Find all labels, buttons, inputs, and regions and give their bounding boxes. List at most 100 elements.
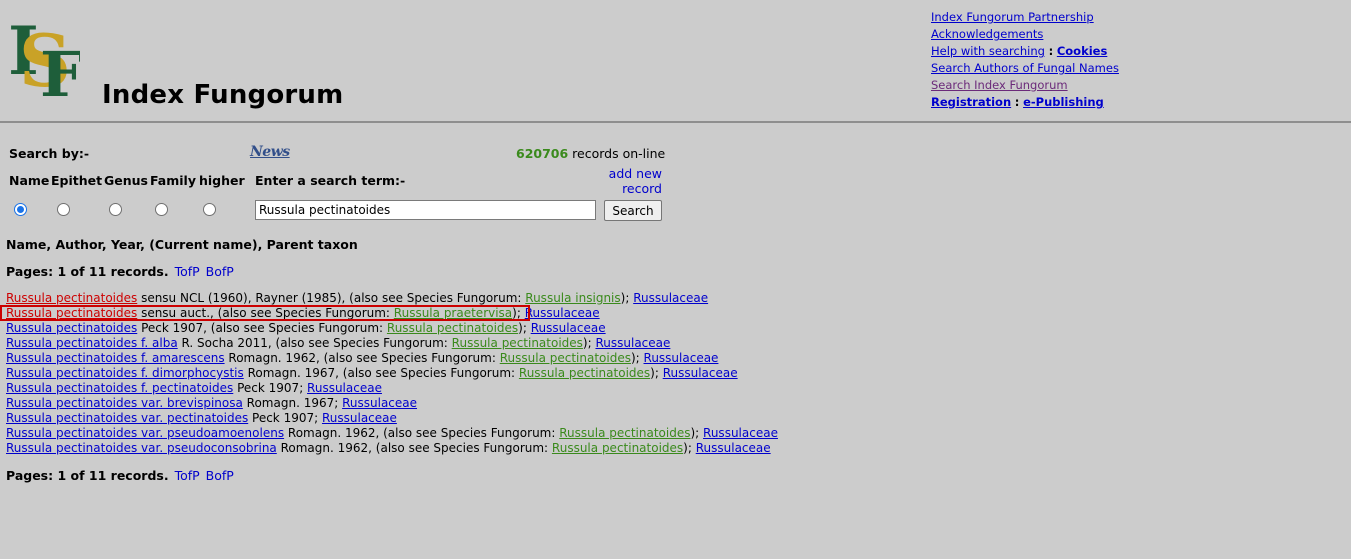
record-tail: );	[650, 366, 663, 380]
partnership-link[interactable]: Index Fungorum Partnership	[931, 10, 1094, 24]
pages-label: Pages: 1 of 11 records.	[6, 264, 169, 279]
help-searching-link[interactable]: Help with searching	[931, 44, 1045, 58]
page-header: I S F Index Fungorum Index Fungorum Part…	[0, 0, 1351, 122]
record-name-link[interactable]: Russula pectinatoides f. amarescens	[6, 351, 225, 365]
record-name-link[interactable]: Russula pectinatoides	[6, 291, 137, 305]
column-genus-label: Genus	[104, 173, 148, 188]
index-fungorum-logo[interactable]: I S F	[6, 8, 80, 102]
search-input[interactable]	[255, 200, 596, 220]
news-link[interactable]: News	[250, 144, 290, 160]
radio-name[interactable]	[14, 203, 27, 216]
e-publishing-link[interactable]: e-Publishing	[1023, 95, 1104, 109]
top-nav-links: Index Fungorum Partnership Acknowledgeme…	[931, 9, 1119, 111]
radio-higher[interactable]	[203, 203, 216, 216]
result-row: Russula pectinatoides sensu NCL (1960), …	[6, 291, 778, 306]
result-row: Russula pectinatoides var. pseudoamoenol…	[6, 426, 778, 441]
record-name-link[interactable]: Russula pectinatoides	[6, 306, 137, 320]
result-row: Russula pectinatoides f. alba R. Socha 2…	[6, 336, 778, 351]
column-family-label: Family	[150, 173, 196, 188]
records-suffix: records on-line	[572, 146, 666, 161]
pages-label: Pages: 1 of 11 records.	[6, 468, 169, 483]
search-by-label: Search by:-	[9, 146, 90, 161]
tofp-link[interactable]: TofP	[175, 468, 200, 483]
search-index-fungorum-link[interactable]: Search Index Fungorum	[931, 78, 1068, 92]
parent-taxon-link[interactable]: Russulaceae	[307, 381, 382, 395]
acknowledgements-link[interactable]: Acknowledgements	[931, 27, 1043, 41]
radio-epithet[interactable]	[57, 203, 70, 216]
radio-genus[interactable]	[109, 203, 122, 216]
parent-taxon-link[interactable]: Russulaceae	[644, 351, 719, 365]
record-count: 620706	[516, 146, 569, 161]
parent-taxon-link[interactable]: Russulaceae	[663, 366, 738, 380]
record-citation: Peck 1907;	[233, 381, 308, 395]
add-new-line1: add new	[608, 166, 662, 181]
search-authors-link[interactable]: Search Authors of Fungal Names	[931, 61, 1119, 75]
record-name-link[interactable]: Russula pectinatoides f. dimorphocystis	[6, 366, 244, 380]
record-name-link[interactable]: Russula pectinatoides var. pseudoconsobr…	[6, 441, 277, 455]
parent-taxon-link[interactable]: Russulaceae	[322, 411, 397, 425]
result-list: Russula pectinatoides sensu NCL (1960), …	[6, 291, 778, 456]
enter-term-label: Enter a search term:-	[255, 173, 406, 188]
current-name-link[interactable]: Russula pectinatoides	[387, 321, 518, 335]
parent-taxon-link[interactable]: Russulaceae	[703, 426, 778, 440]
bofp-link[interactable]: BofP	[206, 468, 234, 483]
records-online: 620706 records on-line	[516, 146, 665, 161]
record-citation: Romagn. 1967;	[242, 396, 343, 410]
record-tail: );	[518, 321, 531, 335]
pages-info-bottom: Pages: 1 of 11 records. TofP BofP	[6, 468, 234, 483]
registration-link[interactable]: Registration	[931, 95, 1011, 109]
result-row: Russula pectinatoides var. pseudoconsobr…	[6, 441, 778, 456]
record-citation: Peck 1907, (also see Species Fungorum:	[137, 321, 387, 335]
column-higher-label: higher	[199, 173, 245, 188]
add-new-record-link[interactable]: add new record	[600, 166, 662, 196]
result-row: Russula pectinatoides var. pectinatoides…	[6, 411, 778, 426]
record-citation: Peck 1907;	[248, 411, 322, 425]
current-name-link[interactable]: Russula pectinatoides	[552, 441, 683, 455]
parent-taxon-link[interactable]: Russulaceae	[696, 441, 771, 455]
record-tail: );	[512, 306, 525, 320]
current-name-link[interactable]: Russula praetervisa	[394, 306, 512, 320]
parent-taxon-link[interactable]: Russulaceae	[531, 321, 606, 335]
search-button[interactable]: Search	[604, 200, 662, 221]
parent-taxon-link[interactable]: Russulaceae	[342, 396, 417, 410]
bofp-link[interactable]: BofP	[206, 264, 234, 279]
cookies-link[interactable]: Cookies	[1057, 44, 1107, 58]
current-name-link[interactable]: Russula pectinatoides	[559, 426, 690, 440]
record-tail: );	[582, 336, 596, 350]
radio-family[interactable]	[155, 203, 168, 216]
record-tail: );	[630, 351, 644, 365]
tofp-link[interactable]: TofP	[175, 264, 200, 279]
record-citation: sensu NCL (1960), Rayner (1985), (also s…	[137, 291, 526, 305]
result-row: Russula pectinatoides f. pectinatoides P…	[6, 381, 778, 396]
parent-taxon-link[interactable]: Russulaceae	[633, 291, 708, 305]
record-citation: Romagn. 1962, (also see Species Fungorum…	[224, 351, 500, 365]
record-name-link[interactable]: Russula pectinatoides var. pectinatoides	[6, 411, 248, 425]
parent-taxon-link[interactable]: Russulaceae	[525, 306, 600, 320]
record-name-link[interactable]: Russula pectinatoides var. brevispinosa	[6, 396, 243, 410]
pages-info-top: Pages: 1 of 11 records. TofP BofP	[6, 264, 234, 279]
results-column-header: Name, Author, Year, (Current name), Pare…	[6, 237, 358, 252]
record-citation: R. Socha 2011, (also see Species Fungoru…	[177, 336, 452, 350]
record-name-link[interactable]: Russula pectinatoides f. pectinatoides	[6, 381, 233, 395]
result-row: Russula pectinatoides f. amarescens Roma…	[6, 351, 778, 366]
header-divider	[0, 121, 1351, 123]
record-citation: Romagn. 1962, (also see Species Fungorum…	[284, 426, 560, 440]
column-name-label: Name	[9, 173, 50, 188]
record-name-link[interactable]: Russula pectinatoides var. pseudoamoenol…	[6, 426, 284, 440]
record-name-link[interactable]: Russula pectinatoides	[6, 321, 137, 335]
current-name-link[interactable]: Russula insignis	[525, 291, 620, 305]
separator: :	[1048, 44, 1054, 58]
current-name-link[interactable]: Russula pectinatoides	[452, 336, 583, 350]
record-tail: );	[620, 291, 634, 305]
record-citation: Romagn. 1967, (also see Species Fungorum…	[243, 366, 519, 380]
site-title: Index Fungorum	[102, 80, 344, 110]
result-row: Russula pectinatoides var. brevispinosa …	[6, 396, 778, 411]
record-citation: Romagn. 1962, (also see Species Fungorum…	[276, 441, 552, 455]
result-row: Russula pectinatoides f. dimorphocystis …	[6, 366, 778, 381]
record-tail: );	[690, 426, 704, 440]
record-name-link[interactable]: Russula pectinatoides f. alba	[6, 336, 178, 350]
current-name-link[interactable]: Russula pectinatoides	[519, 366, 650, 380]
parent-taxon-link[interactable]: Russulaceae	[595, 336, 670, 350]
current-name-link[interactable]: Russula pectinatoides	[500, 351, 631, 365]
record-citation: sensu auct., (also see Species Fungorum:	[137, 306, 394, 320]
